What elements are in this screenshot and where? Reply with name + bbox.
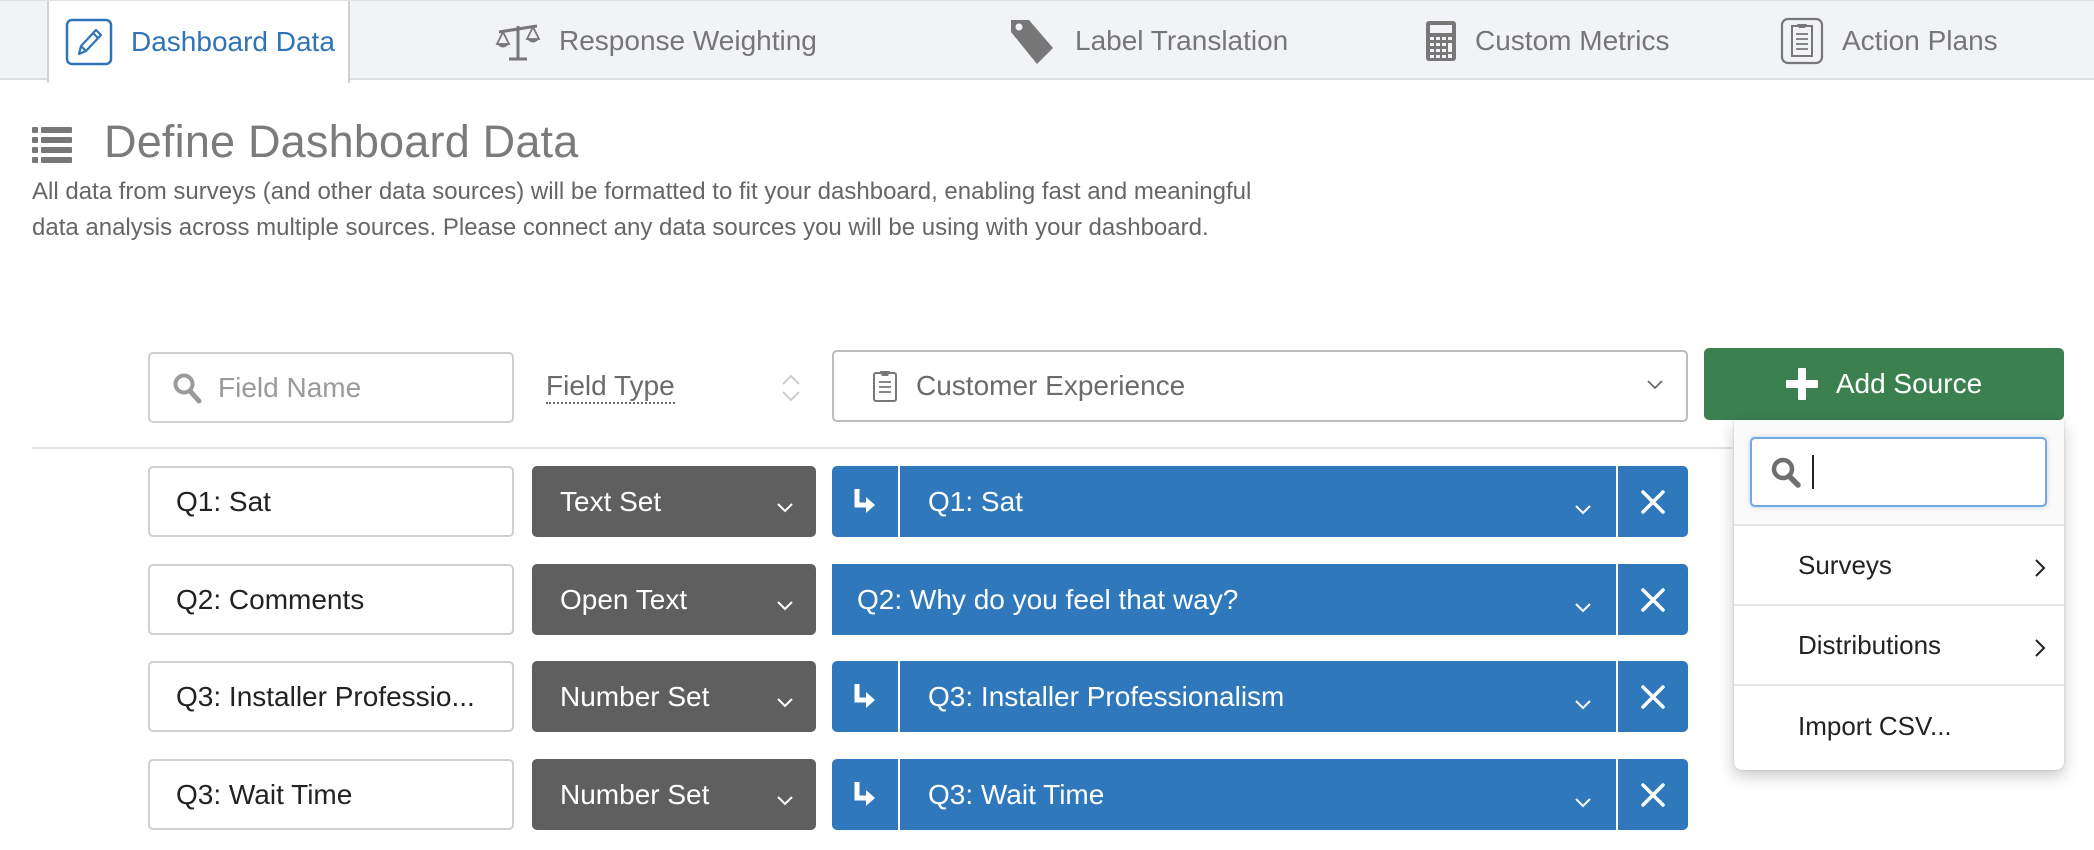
add-source-label: Add Source (1835, 368, 1983, 399)
close-icon (1640, 782, 1666, 808)
tab-label: Response Weighting (559, 25, 817, 56)
remove-row-button[interactable] (1616, 564, 1688, 635)
menu-item-label: Import CSV... (1798, 710, 1952, 741)
source-select-value: Customer Experience (916, 370, 1186, 401)
tag-icon (1007, 16, 1057, 66)
menu-search-area (1734, 420, 2064, 526)
chevron-down-icon (776, 488, 794, 520)
tab-label: Custom Metrics (1475, 25, 1670, 56)
source-field-value: Q3: Installer Professionalism (928, 680, 1285, 712)
row-field-name[interactable]: Q3: Wait Time (148, 759, 514, 830)
menu-item-label: Surveys (1798, 549, 1892, 580)
chevron-down-icon (776, 586, 794, 618)
row-field-type-select[interactable]: Number Set (532, 759, 816, 830)
remove-row-button[interactable] (1616, 466, 1688, 537)
field-name-search[interactable] (148, 352, 514, 423)
search-icon (1770, 456, 1802, 488)
header-divider (32, 447, 1732, 449)
remove-row-button[interactable] (1616, 759, 1688, 830)
page-title: Define Dashboard Data (104, 116, 579, 167)
row-field-name[interactable]: Q3: Installer Professio... (148, 661, 514, 732)
mapped-arrow-icon (832, 661, 900, 732)
close-icon (1640, 489, 1666, 515)
chevron-right-icon (2034, 554, 2046, 585)
calculator-icon (1425, 20, 1457, 62)
clipboard-icon (1780, 17, 1824, 65)
menu-item-distributions[interactable]: Distributions (1734, 606, 2064, 686)
chevron-down-icon (776, 683, 794, 715)
mapped-arrow-icon (832, 759, 900, 830)
text-caret (1812, 455, 1814, 489)
field-type-value: Number Set (560, 778, 710, 810)
tab-bar: Dashboard Data Response Weighting Label … (0, 0, 2094, 83)
field-name-input[interactable] (216, 370, 480, 405)
page-description: All data from surveys (and other data so… (32, 178, 1252, 241)
tab-action-plans[interactable]: Action Plans (1780, 1, 1998, 81)
source-field-value: Q3: Wait Time (928, 778, 1105, 810)
row-field-type-select[interactable]: Number Set (532, 661, 816, 732)
tab-label: Label Translation (1075, 25, 1289, 56)
row-source-field-select[interactable]: Q3: Installer Professionalism (832, 661, 1688, 732)
sort-arrows-icon[interactable] (780, 372, 802, 409)
close-icon (1640, 587, 1666, 613)
mapped-arrow-icon (832, 466, 900, 537)
row-field-type-select[interactable]: Open Text (532, 564, 816, 635)
add-source-button[interactable]: Add Source (1704, 348, 2064, 420)
row-source-field-select[interactable]: Q3: Wait Time (832, 759, 1688, 830)
source-select[interactable]: Customer Experience (832, 350, 1688, 422)
source-field-value: Q2: Why do you feel that way? (857, 583, 1239, 615)
row-field-name[interactable]: Q1: Sat (148, 466, 514, 537)
tab-label-translation[interactable]: Label Translation (1007, 1, 1288, 81)
chevron-down-icon (1574, 685, 1592, 717)
menu-item-import-csv[interactable]: Import CSV... (1734, 686, 2064, 766)
row-source-field-select[interactable]: Q2: Why do you feel that way? (832, 564, 1688, 635)
row-field-type-select[interactable]: Text Set (532, 466, 816, 537)
chevron-right-icon (2034, 634, 2046, 665)
field-type-sort-header[interactable]: Field Type (546, 362, 675, 412)
menu-item-surveys[interactable]: Surveys (1734, 526, 2064, 606)
menu-item-label: Distributions (1798, 629, 1942, 660)
tab-label: Action Plans (1842, 25, 1998, 56)
remove-row-button[interactable] (1616, 661, 1688, 732)
pencil-icon (65, 18, 113, 66)
menu-search-input[interactable] (1826, 455, 2030, 489)
tab-response-weighting[interactable]: Response Weighting (495, 1, 817, 81)
field-type-label: Field Type (546, 370, 675, 404)
scale-icon (495, 20, 541, 62)
row-source-field-select[interactable]: Q1: Sat (832, 466, 1688, 537)
search-icon (172, 372, 202, 404)
tab-label: Dashboard Data (131, 26, 335, 57)
field-type-value: Open Text (560, 583, 688, 615)
row-field-name[interactable]: Q2: Comments (148, 564, 514, 635)
add-source-menu: Surveys Distributions Import CSV... (1734, 420, 2064, 770)
tab-dashboard-data[interactable]: Dashboard Data (47, 1, 350, 83)
field-type-value: Text Set (560, 485, 662, 517)
field-type-value: Number Set (560, 680, 710, 712)
chevron-down-icon (1574, 783, 1592, 815)
tab-custom-metrics[interactable]: Custom Metrics (1425, 1, 1669, 81)
plus-icon (1785, 368, 1818, 400)
chevron-down-icon (1646, 378, 1664, 390)
chevron-down-icon (1574, 490, 1592, 522)
clipboard-icon (872, 369, 898, 403)
list-icon (32, 127, 72, 168)
source-field-value: Q1: Sat (928, 485, 1023, 517)
close-icon (1640, 684, 1666, 710)
menu-search-field[interactable] (1750, 437, 2047, 507)
chevron-down-icon (1574, 588, 1592, 620)
chevron-down-icon (776, 781, 794, 813)
